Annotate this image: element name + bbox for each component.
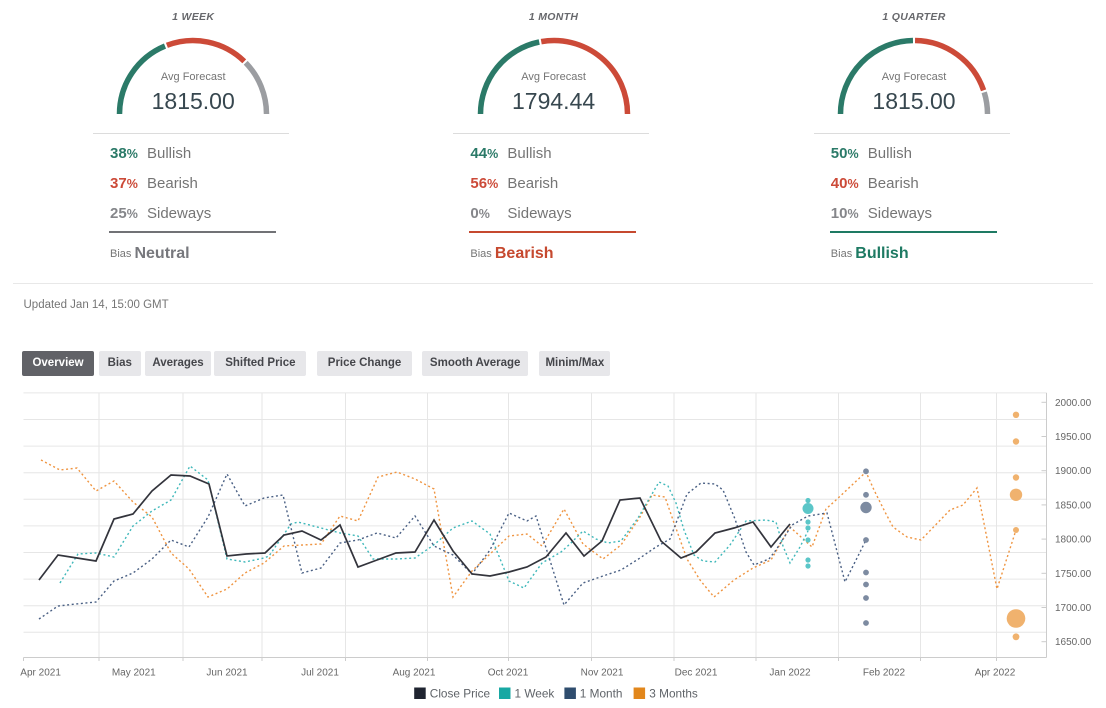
svg-text:2000.00: 2000.00 (1055, 398, 1092, 409)
svg-text:Dec 2021: Dec 2021 (675, 668, 718, 679)
svg-text:1650.00: 1650.00 (1055, 637, 1092, 648)
svg-text:Jul 2021: Jul 2021 (301, 668, 339, 679)
svg-text:Oct 2021: Oct 2021 (488, 668, 529, 679)
svg-text:1950.00: 1950.00 (1055, 432, 1092, 443)
svg-text:May 2021: May 2021 (112, 668, 156, 679)
svg-text:1 Week: 1 Week (515, 687, 555, 701)
svg-text:Jan 2022: Jan 2022 (769, 668, 811, 679)
svg-text:Close Price: Close Price (430, 687, 491, 701)
svg-text:1800.00: 1800.00 (1055, 535, 1092, 546)
svg-text:Jun 2021: Jun 2021 (206, 668, 248, 679)
svg-text:Apr 2021: Apr 2021 (20, 668, 61, 679)
svg-text:3 Months: 3 Months (649, 687, 698, 701)
svg-text:1 Month: 1 Month (580, 687, 623, 701)
svg-text:1700.00: 1700.00 (1055, 603, 1092, 614)
svg-text:Apr 2022: Apr 2022 (975, 668, 1016, 679)
svg-text:1750.00: 1750.00 (1055, 569, 1092, 580)
svg-text:Nov 2021: Nov 2021 (581, 668, 624, 679)
svg-text:1850.00: 1850.00 (1055, 500, 1092, 511)
svg-text:1900.00: 1900.00 (1055, 466, 1092, 477)
svg-text:Feb 2022: Feb 2022 (863, 668, 906, 679)
svg-text:Aug 2021: Aug 2021 (393, 668, 436, 679)
